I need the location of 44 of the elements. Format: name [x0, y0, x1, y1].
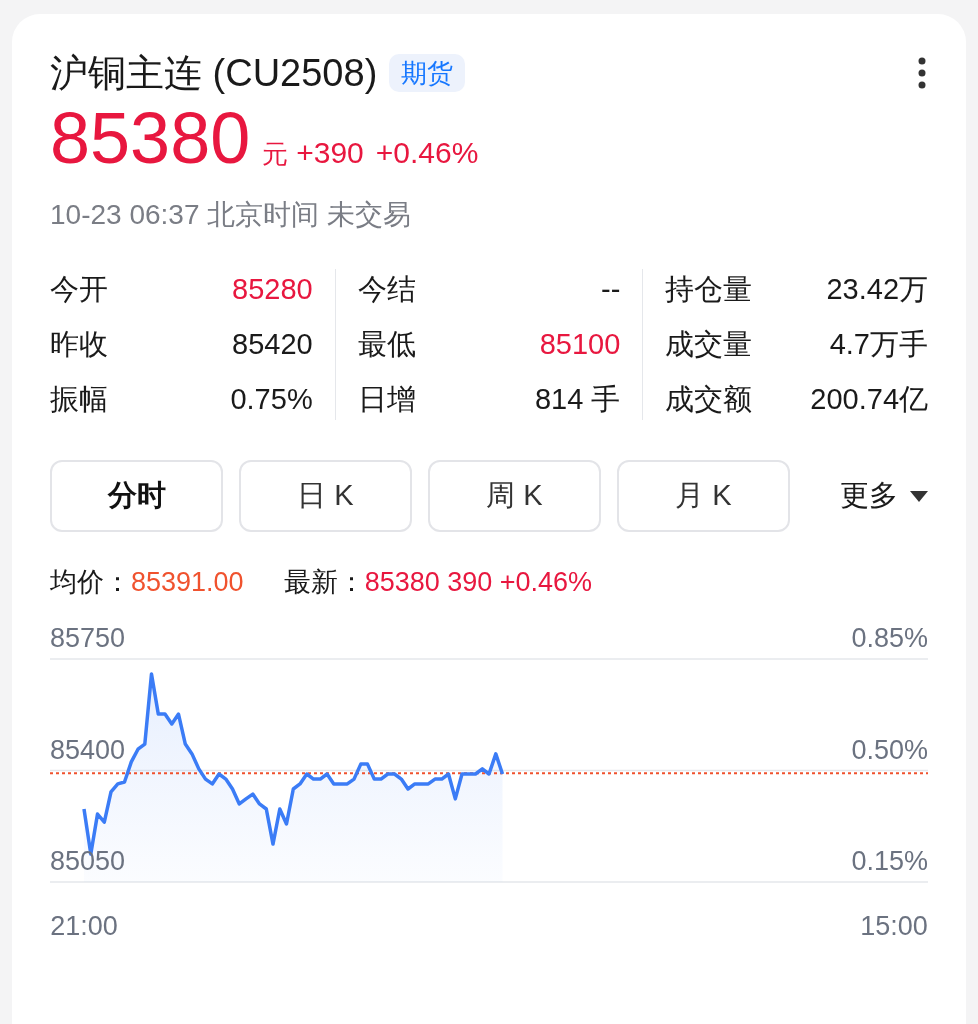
- stat-value: 85420: [232, 327, 313, 362]
- more-dropdown[interactable]: 更多: [840, 474, 928, 518]
- axis-label: 0.50%: [851, 734, 928, 764]
- period-tab[interactable]: 月 K: [617, 460, 790, 532]
- caret-icon: [910, 490, 928, 502]
- period-tab[interactable]: 分时: [50, 460, 223, 532]
- stat-value: 200.74亿: [810, 382, 928, 417]
- stat-label: 最低: [357, 327, 416, 362]
- price-change: +390: [296, 135, 364, 171]
- stat-label: 今开: [50, 272, 108, 307]
- axis-label: 85400: [50, 734, 126, 764]
- percent-change: +0.46%: [375, 135, 479, 171]
- price-unit: 元: [262, 138, 289, 171]
- stat-value: 0.75%: [230, 382, 313, 417]
- stat-label: 成交量: [665, 327, 753, 362]
- stat-label: 昨收: [50, 327, 108, 362]
- axis-label: 85750: [50, 622, 126, 653]
- quote-status: 10-23 06:37 北京时间 未交易: [50, 201, 413, 229]
- last-price: 85380: [50, 102, 251, 174]
- legend-label: 最新：: [283, 566, 365, 599]
- stat-value: 814 手: [534, 382, 621, 417]
- instrument-title: 沪铜主连 (CU2508): [50, 54, 378, 92]
- stat-label: 持仓量: [665, 272, 753, 307]
- stat-label: 日增: [357, 382, 416, 417]
- time-label: 21:00: [50, 910, 118, 941]
- stat-value: 4.7万手: [829, 327, 928, 362]
- legend-label: 均价：: [50, 566, 131, 599]
- axis-label: 0.15%: [851, 845, 928, 876]
- stat-value: --: [601, 272, 621, 307]
- more-options-icon[interactable]: [918, 57, 926, 89]
- period-tab[interactable]: 周 K: [428, 460, 601, 532]
- axis-label: 0.85%: [851, 622, 928, 653]
- stat-label: 成交额: [665, 382, 753, 417]
- time-label: 15:00: [860, 910, 928, 941]
- stat-value: 23.42万: [826, 272, 928, 307]
- legend-value: 85391.00: [131, 566, 244, 599]
- period-tab[interactable]: 日 K: [239, 460, 412, 532]
- axis-label: 85050: [50, 845, 126, 876]
- legend-value: 85380 390 +0.46%: [364, 566, 593, 599]
- stat-label: 振幅: [50, 382, 108, 417]
- futures-tag: 期货: [389, 54, 466, 92]
- stat-value: 85100: [539, 327, 621, 362]
- stat-label: 今结: [357, 272, 416, 307]
- stat-value: 85280: [232, 272, 313, 307]
